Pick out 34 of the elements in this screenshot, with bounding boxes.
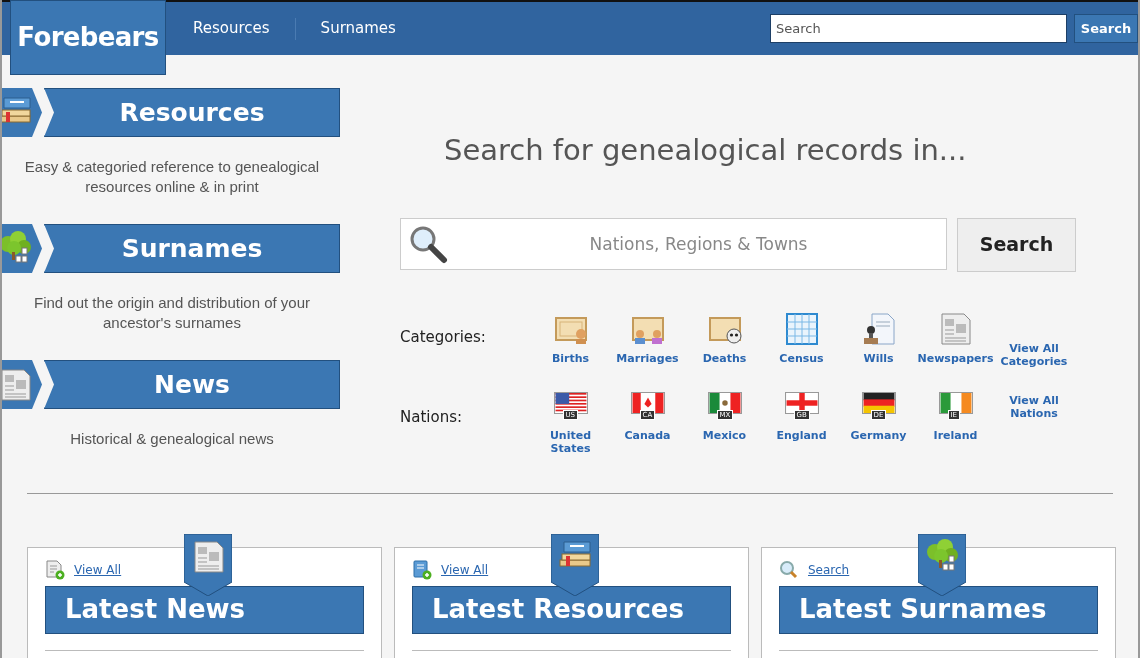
row-label: Categories: [400, 326, 487, 348]
section-banner[interactable]: Surnames [44, 224, 340, 273]
nation-link[interactable]: Germany [848, 428, 909, 442]
row-label: Nations: [400, 406, 463, 428]
nation-link[interactable]: United States [540, 428, 601, 455]
section-banner[interactable]: Resources [44, 88, 340, 137]
nation-link[interactable]: Ireland [925, 428, 986, 442]
section-description: Historical & genealogical news [69, 429, 275, 449]
search-button[interactable]: Search [1074, 14, 1138, 43]
search-icon[interactable] [779, 559, 799, 580]
search-button[interactable]: Search [957, 217, 1076, 272]
nation-link[interactable]: Mexico [694, 428, 755, 442]
document-stamp-icon[interactable] [861, 311, 896, 346]
card-link[interactable]: View All [441, 560, 489, 579]
book-plus-icon[interactable] [412, 559, 432, 580]
view-all-link[interactable]: View All Categories [998, 341, 1070, 368]
view-all-link[interactable]: View All Nations [998, 393, 1070, 455]
card-link[interactable]: View All [74, 560, 122, 579]
newspaper-icon-tab[interactable] [2, 360, 42, 409]
nav-link[interactable]: Surnames [319, 17, 397, 40]
newspaper-plus-icon[interactable] [45, 559, 65, 580]
tree-icon-tab[interactable] [2, 224, 42, 273]
nation-link[interactable]: Canada [617, 428, 678, 442]
page-heading: Search for genealogical records in... [444, 132, 968, 169]
section-description: Easy & categoried reference to genealogical resources online & in print [23, 157, 321, 197]
book-icon-tab[interactable] [2, 88, 42, 137]
nation-link[interactable]: England [771, 428, 832, 442]
card-link[interactable]: Search [808, 560, 850, 579]
grid-icon[interactable] [784, 311, 819, 346]
section-banner[interactable]: News [44, 360, 340, 409]
site-logo[interactable]: Forebears [10, 0, 166, 75]
section-description: Find out the origin and distribution of your ancestor's surnames [33, 293, 311, 333]
search-field[interactable]: Search [770, 14, 1067, 43]
nav-link[interactable]: Resources [192, 17, 271, 40]
